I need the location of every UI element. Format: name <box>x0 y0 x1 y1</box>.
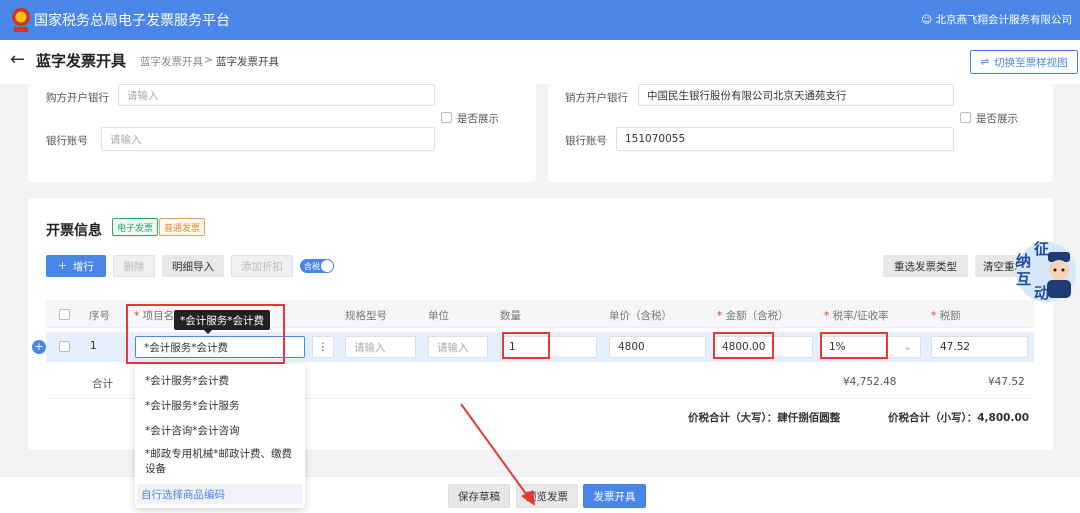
col-spec: 规格型号 <box>345 310 387 322</box>
col-tax: * 税额 <box>931 310 961 322</box>
app-title: 国家税务总局电子发票服务平台 <box>34 13 230 29</box>
price-input[interactable]: 4800 <box>609 336 706 358</box>
seller-account-input[interactable]: 151070055 <box>616 127 954 151</box>
buyer-bank-label: 购方开户银行 <box>46 92 109 104</box>
row-checkbox[interactable] <box>59 341 70 352</box>
buyer-account-input[interactable]: 请输入 <box>101 127 435 151</box>
normal-invoice-tag: 普通发票 <box>159 218 206 236</box>
plus-icon: + <box>58 260 67 272</box>
user-name: 北京燕飞翔会计服务有限公司 <box>935 14 1073 26</box>
col-unit: 单位 <box>428 310 449 322</box>
add-row-label: 增行 <box>72 260 94 273</box>
toggle-knob <box>321 260 333 272</box>
seller-show-checkbox[interactable] <box>960 112 971 123</box>
tax-emblem-logo <box>12 8 30 32</box>
user-icon: ☺ <box>921 14 933 26</box>
e-invoice-tag: 电子发票 <box>112 218 159 236</box>
seller-bank-label: 销方开户银行 <box>565 92 628 104</box>
switch-view-button[interactable]: ⇌ 切换至票样视图 <box>970 50 1078 74</box>
back-arrow-icon[interactable]: ← <box>10 50 25 70</box>
highlight-rate-box <box>820 332 888 359</box>
spec-input[interactable]: 请输入 <box>345 336 416 358</box>
issue-invoice-button[interactable]: 发票开具 <box>583 484 646 508</box>
badge-char: 互 <box>1016 270 1032 288</box>
col-index: 序号 <box>89 310 110 322</box>
tax-toggle-label: 含税 <box>304 261 320 271</box>
add-row-button[interactable]: + 增行 <box>46 255 106 277</box>
seller-account-label: 银行账号 <box>565 135 607 147</box>
total-amount: ¥4,752.48 <box>843 376 897 388</box>
total-label: 合计 <box>92 378 113 390</box>
buyer-bank-input[interactable]: 请输入 <box>118 84 435 106</box>
tax-included-toggle[interactable]: 含税 <box>300 259 334 273</box>
buyer-account-label: 银行账号 <box>46 135 88 147</box>
delete-button[interactable]: 删除 <box>113 255 155 277</box>
dropdown-option[interactable]: *邮政专用机械*邮政计费、缴费设备 <box>145 447 295 477</box>
interaction-badge[interactable]: 征 纳 互 动 <box>1012 238 1078 304</box>
col-qty: 数量 <box>500 310 521 322</box>
highlight-qty-box <box>502 332 550 359</box>
total-lower: 价税合计（小写）：4,800.00 <box>888 412 1030 424</box>
reselect-type-button[interactable]: 重选发票类型 <box>883 255 968 277</box>
chevron-down-icon: ⌄ <box>903 341 912 353</box>
unit-input[interactable]: 请输入 <box>428 336 488 358</box>
breadcrumb-item[interactable]: 蓝字发票开具 <box>140 54 203 69</box>
more-options-icon[interactable]: ⋮ <box>312 336 334 358</box>
select-goods-code-link[interactable]: 自行选择商品编码 <box>141 487 225 502</box>
mascot-icon <box>1047 252 1071 298</box>
page-title: 蓝字发票开具 <box>36 52 127 70</box>
section-title: 开票信息 <box>46 223 102 239</box>
switch-view-label: 切换至票样视图 <box>994 56 1068 69</box>
total-tax: ¥47.52 <box>988 376 1025 388</box>
buyer-show-checkbox[interactable] <box>441 112 452 123</box>
tax-input[interactable]: 47.52 <box>931 336 1028 358</box>
breadcrumb-current: 蓝字发票开具 <box>216 56 279 68</box>
add-discount-button[interactable]: 添加折扣 <box>231 255 293 277</box>
col-rate: * 税率/征收率 <box>824 310 889 322</box>
row-index: 1 <box>90 340 97 352</box>
import-detail-button[interactable]: 明细导入 <box>162 255 224 277</box>
expand-row-icon[interactable]: + <box>32 340 46 354</box>
seller-show-label: 是否展示 <box>976 113 1018 125</box>
total-upper: 价税合计（大写）：肆仟捌佰圆整 <box>688 412 841 424</box>
breadcrumb-separator: > <box>204 54 213 66</box>
item-tooltip: *会计服务*会计费 <box>174 310 270 334</box>
dropdown-option[interactable]: *会计服务*会计费 <box>145 373 229 388</box>
seller-bank-input[interactable]: 中国民生银行股份有限公司北京天通苑支行 <box>638 84 954 106</box>
select-all-checkbox[interactable] <box>59 309 70 320</box>
col-amount: * 金额（含税） <box>717 310 789 322</box>
user-account[interactable]: ☺ 北京燕飞翔会计服务有限公司 <box>921 12 1072 27</box>
dropdown-option[interactable]: *会计咨询*会计咨询 <box>145 423 240 438</box>
dropdown-option[interactable]: *会计服务*会计服务 <box>145 398 240 413</box>
swap-icon: ⇌ <box>980 56 990 68</box>
annotation-arrow <box>460 403 535 506</box>
col-price: 单价（含税） <box>609 310 672 322</box>
buyer-show-label: 是否展示 <box>457 113 499 125</box>
highlight-amount-box <box>713 332 774 359</box>
